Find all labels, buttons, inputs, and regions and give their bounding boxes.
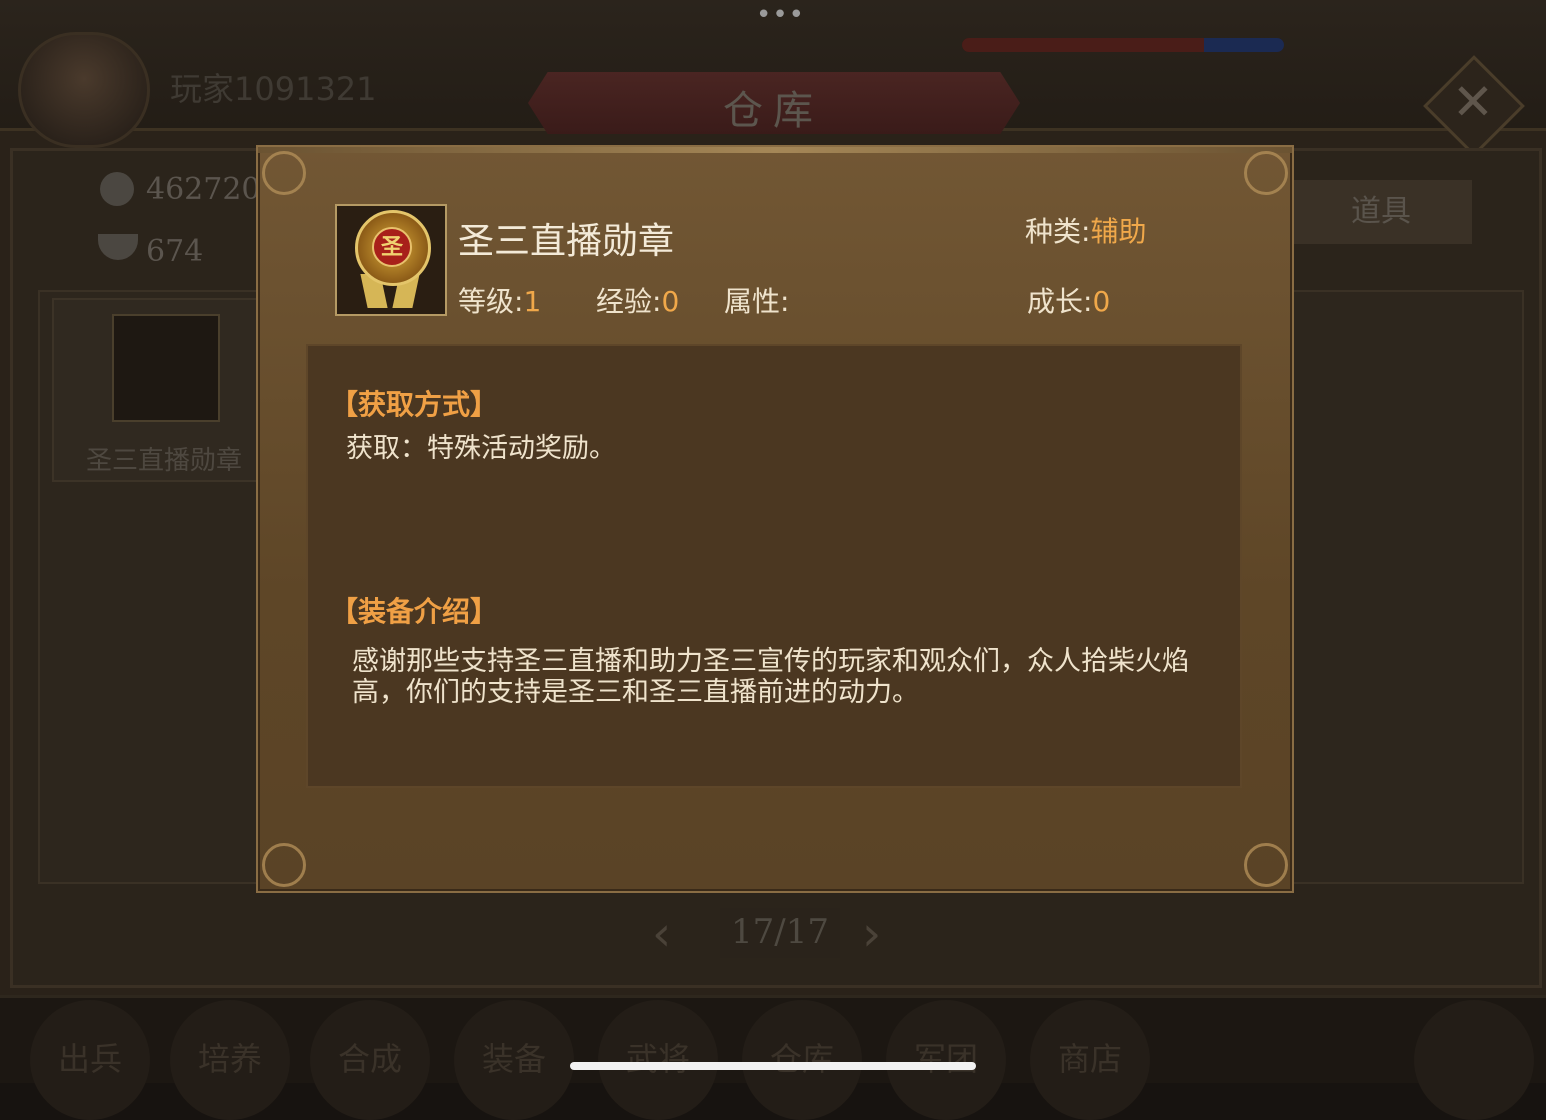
acquire-heading: 【获取方式】 xyxy=(330,388,499,421)
item-level-value: 1 xyxy=(523,285,542,318)
page-title: 仓库 xyxy=(723,88,823,134)
nav-label-5: 仓库 xyxy=(769,1040,834,1078)
ingot-amount: 674 xyxy=(146,234,204,269)
tab-props[interactable]: 道具 xyxy=(1290,180,1472,244)
nav-label-6: 军团 xyxy=(913,1040,978,1078)
corner-ornament-icon xyxy=(1244,151,1288,195)
item-type: 种类:辅助 xyxy=(1025,210,1146,250)
item-attr-label: 属性: xyxy=(724,285,790,318)
inventory-slot-label: 圣三直播勋章 xyxy=(85,446,242,476)
item-level-label: 等级: xyxy=(458,285,524,318)
item-growth-label: 成长: xyxy=(1027,285,1093,318)
item-exp-value: 0 xyxy=(661,285,680,318)
corner-ornament-icon xyxy=(262,151,306,195)
item-growth-value: 0 xyxy=(1092,285,1111,318)
item-level: 等级:1 xyxy=(458,280,541,320)
modal-top-border xyxy=(258,147,1292,153)
equip-description: 感谢那些支持圣三直播和助力圣三宣传的玩家和观众们，众人拾柴火焰高，你们的支持是圣… xyxy=(352,646,1189,708)
item-name: 圣三直播勋章 xyxy=(458,221,675,262)
nav-label-4: 武将 xyxy=(625,1040,690,1078)
item-attr: 属性: xyxy=(724,280,789,320)
corner-ornament-icon xyxy=(1244,843,1288,887)
nav-label-3: 装备 xyxy=(481,1040,546,1078)
item-growth: 成长:0 xyxy=(1027,280,1110,320)
nav-label-1: 培养 xyxy=(197,1040,262,1078)
item-exp: 经验:0 xyxy=(596,280,679,320)
item-exp-label: 经验: xyxy=(596,285,662,318)
medal-emblem: 圣 xyxy=(372,227,412,267)
corner-ornament-icon xyxy=(262,843,306,887)
equip-heading: 【装备介绍】 xyxy=(330,595,499,628)
menu-button[interactable] xyxy=(1414,1000,1534,1120)
next-page-icon[interactable]: › xyxy=(862,906,881,962)
item-type-label: 种类: xyxy=(1025,215,1091,248)
prev-page-icon[interactable]: ‹ xyxy=(652,906,671,962)
close-icon[interactable]: ✕ xyxy=(1452,72,1494,132)
home-indicator[interactable] xyxy=(570,1062,976,1070)
acquire-text: 获取：特殊活动奖励。 xyxy=(346,433,616,464)
nav-label-0: 出兵 xyxy=(57,1040,122,1078)
nav-label-7: 商店 xyxy=(1057,1040,1122,1078)
nav-label-2: 合成 xyxy=(337,1040,402,1078)
coin-icon xyxy=(100,172,134,206)
page-indicator: 17/17 xyxy=(731,912,829,952)
item-type-value: 辅助 xyxy=(1090,215,1147,248)
medal-icon xyxy=(112,314,220,422)
